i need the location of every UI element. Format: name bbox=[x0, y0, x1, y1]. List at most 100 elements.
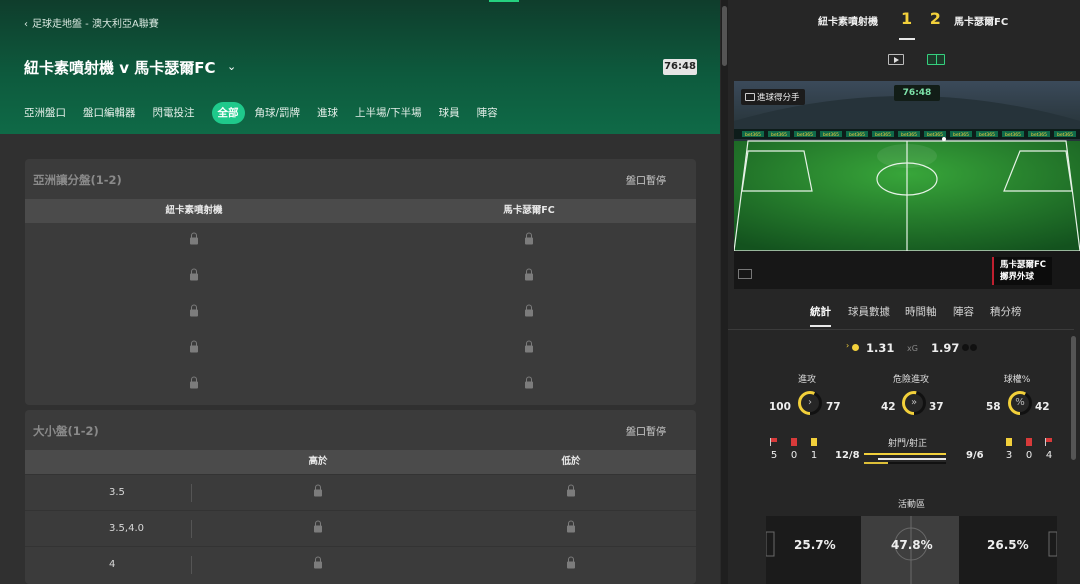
event-text: 擲界外球 bbox=[1000, 272, 1035, 282]
lock-icon bbox=[314, 520, 322, 534]
away-red-value: 0 bbox=[1025, 450, 1033, 461]
home-shots-bar bbox=[864, 453, 946, 455]
handicap-row bbox=[25, 295, 696, 331]
under-column-header: 低於 bbox=[561, 456, 581, 467]
tab-item[interactable]: 盤口編輯器 bbox=[83, 102, 136, 124]
ad-board-text: bet365 bbox=[1005, 132, 1021, 138]
yellow-card-icon bbox=[811, 438, 817, 446]
ad-board-text: bet365 bbox=[849, 132, 865, 138]
home-red-cards: 0 bbox=[784, 438, 804, 461]
lock-icon bbox=[567, 520, 575, 534]
xg-label: xG bbox=[907, 344, 918, 353]
scrollbar-thumb[interactable] bbox=[722, 6, 727, 66]
stats-tab[interactable]: 統計 bbox=[810, 304, 831, 327]
home-corners-value: 5 bbox=[770, 450, 778, 461]
stats-tab[interactable]: 時間軸 bbox=[905, 304, 937, 319]
xg-row: › 1.31 xG 1.97 bbox=[728, 336, 1074, 360]
chevron-down-icon[interactable]: ⌄ bbox=[227, 60, 236, 73]
away-zone-value: 26.5% bbox=[987, 538, 1029, 552]
home-shots: 12/8 bbox=[835, 450, 860, 461]
tabs-divider bbox=[728, 329, 1074, 330]
ad-board-text: bet365 bbox=[1057, 132, 1073, 138]
stat-title: 危險進攻 bbox=[892, 375, 929, 385]
ad-board-text: bet365 bbox=[1031, 132, 1047, 138]
market-title[interactable]: 大小盤(1-2) bbox=[33, 423, 99, 439]
away-xg: 1.97 bbox=[931, 341, 960, 355]
ad-board-text: bet365 bbox=[901, 132, 917, 138]
ad-board-text: bet365 bbox=[953, 132, 969, 138]
scoreboard: 紐卡素噴射機 1 2 馬卡瑟爾FC bbox=[728, 0, 1080, 44]
lock-icon bbox=[190, 268, 198, 282]
lock-icon bbox=[314, 556, 322, 570]
red-card-icon bbox=[1026, 438, 1032, 446]
home-zone-value: 25.7% bbox=[794, 538, 836, 552]
stats-tab[interactable]: 陣容 bbox=[953, 304, 974, 319]
over-column-header: 高於 bbox=[308, 456, 328, 467]
stats-tab[interactable]: 積分榜 bbox=[990, 304, 1022, 319]
ad-board-text: bet365 bbox=[771, 132, 787, 138]
away-corners: 4 bbox=[1039, 438, 1059, 461]
column-header: 紐卡素噴射機 馬卡瑟爾FC bbox=[25, 199, 696, 223]
market-tabs: 亞洲盤口 盤口編輯器 閃電投注 全部 角球/罰牌 進球 上半場/下半場 球員 陣容 bbox=[24, 102, 515, 124]
ad-board-text: bet365 bbox=[875, 132, 891, 138]
lock-icon bbox=[525, 304, 533, 318]
away-yellow-cards: 3 bbox=[999, 438, 1019, 461]
match-title[interactable]: 紐卡素噴射機 v 馬卡瑟爾FC bbox=[24, 57, 215, 78]
home-team-name: 紐卡素噴射機 bbox=[818, 17, 878, 28]
home-xg: 1.31 bbox=[866, 341, 895, 355]
home-value: 100 bbox=[769, 401, 791, 413]
stats-tab[interactable]: 球員數據 bbox=[848, 304, 890, 319]
app-root: ‹ 足球走地盤 - 澳大利亞A聯賽 紐卡素噴射機 v 馬卡瑟爾FC ⌄ 76:48… bbox=[0, 0, 1080, 584]
tab-item[interactable]: 全部 bbox=[211, 102, 245, 124]
tab-item[interactable]: 球員 bbox=[439, 102, 460, 124]
tab-item[interactable]: 亞洲盤口 bbox=[24, 102, 66, 124]
stat-title: 進攻 bbox=[797, 375, 816, 385]
corner-flag-icon bbox=[770, 438, 778, 446]
expand-icon[interactable] bbox=[738, 269, 752, 279]
goalscorer-label[interactable]: 進球得分手 bbox=[741, 89, 805, 105]
market-title[interactable]: 亞洲讓分盤(1-2) bbox=[33, 172, 122, 188]
over-under-market: 大小盤(1-2) 盤口暫停 高於 低於 3.5 3.5,4.0 4 bbox=[25, 410, 696, 584]
match-clock: 76:48 bbox=[663, 59, 697, 75]
tab-item[interactable]: 閃電投注 bbox=[153, 102, 195, 124]
match-tracker: bet365 bet365 bet365 bet365 bet365 bet365 bet3… bbox=[734, 81, 1080, 289]
score-underline bbox=[899, 38, 915, 40]
handicap-row bbox=[25, 223, 696, 259]
lock-icon bbox=[525, 232, 533, 246]
away-yellow-value: 3 bbox=[1005, 450, 1013, 461]
away-value: 77 bbox=[826, 401, 841, 413]
double-chevron-icon: » bbox=[910, 397, 918, 408]
play-video-icon[interactable] bbox=[888, 54, 904, 65]
tab-item[interactable]: 陣容 bbox=[477, 102, 498, 124]
header-accent-mark bbox=[489, 0, 519, 2]
lock-icon bbox=[190, 340, 198, 354]
lock-icon bbox=[525, 340, 533, 354]
lock-icon bbox=[190, 304, 198, 318]
ad-board-text: bet365 bbox=[823, 132, 839, 138]
markets-scrollbar[interactable] bbox=[721, 0, 728, 584]
market-suspended-label: 盤口暫停 bbox=[626, 427, 666, 438]
home-yellow-value: 1 bbox=[810, 450, 818, 461]
home-xg-dot-icon bbox=[852, 344, 859, 351]
tab-item[interactable]: 進球 bbox=[317, 102, 338, 124]
back-chevron-icon[interactable]: ‹ bbox=[24, 19, 28, 30]
xg-arrow-icon: › bbox=[846, 341, 850, 350]
tab-item[interactable]: 上半場/下半場 bbox=[355, 102, 422, 124]
percent-icon: % bbox=[1015, 397, 1025, 408]
lock-icon bbox=[314, 484, 322, 498]
pitch-tracker-icon[interactable] bbox=[927, 54, 945, 65]
handicap-row bbox=[25, 367, 696, 403]
row-divider bbox=[191, 556, 192, 574]
row-divider bbox=[191, 484, 192, 502]
away-team-name: 馬卡瑟爾FC bbox=[954, 17, 1009, 28]
breadcrumb[interactable]: ‹ 足球走地盤 - 澳大利亞A聯賽 bbox=[24, 15, 159, 30]
column-header: 高於 低於 bbox=[25, 450, 696, 474]
ad-board-text: bet365 bbox=[797, 132, 813, 138]
home-red-value: 0 bbox=[790, 450, 798, 461]
away-shots-bar bbox=[878, 458, 946, 460]
event-callout: 馬卡瑟爾FC 擲界外球 bbox=[992, 257, 1053, 285]
chevron-right-icon: › bbox=[808, 397, 812, 408]
stats-scrollbar[interactable] bbox=[1071, 336, 1076, 460]
breadcrumb-text[interactable]: 足球走地盤 - 澳大利亞A聯賽 bbox=[32, 19, 159, 30]
tab-item[interactable]: 角球/罰牌 bbox=[255, 102, 301, 124]
